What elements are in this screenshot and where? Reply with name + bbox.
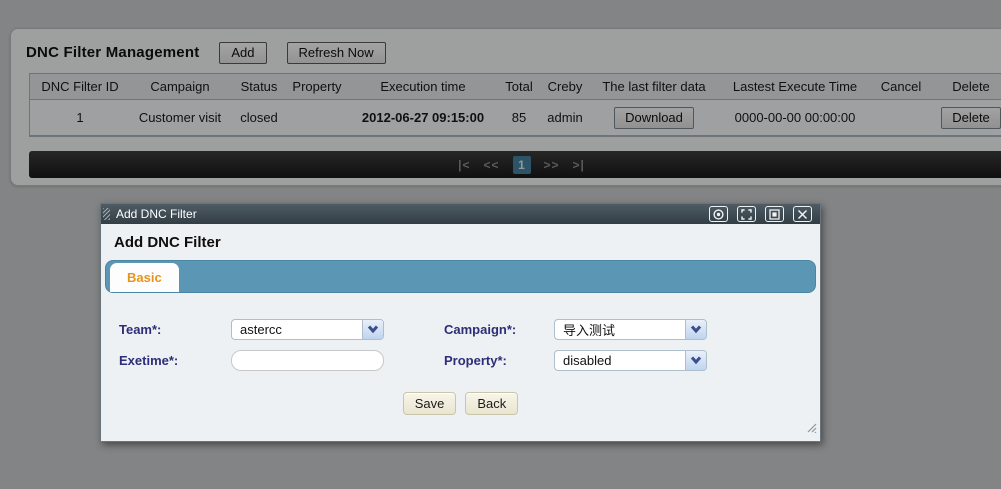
collapse-icon[interactable] — [709, 206, 728, 222]
dialog-heading: Add DNC Filter — [114, 234, 221, 251]
resize-grip-nw[interactable] — [103, 208, 110, 220]
exetime-input[interactable] — [231, 349, 384, 371]
screen: DNC Filter Management Add Refresh Now DN… — [0, 0, 1001, 489]
tab-bar: Basic — [105, 260, 816, 293]
form-row-1: Team*: astercc Campaign*: 导入测试 — [101, 318, 820, 340]
exetime-label: Exetime*: — [119, 352, 179, 368]
chevron-down-icon — [685, 350, 706, 370]
property-select[interactable]: disabled — [554, 349, 707, 371]
property-select-value: disabled — [563, 352, 612, 368]
tab-basic[interactable]: Basic — [110, 263, 179, 292]
close-icon[interactable] — [793, 206, 812, 222]
form-row-2: Exetime*: Property*: disabled — [101, 349, 820, 371]
resize-grip-se[interactable] — [806, 420, 817, 438]
chevron-down-icon — [685, 319, 706, 339]
back-button[interactable]: Back — [465, 392, 519, 415]
campaign-label: Campaign*: — [444, 321, 517, 337]
dialog-button-row: Save Back — [101, 392, 820, 415]
team-select[interactable]: astercc — [231, 318, 384, 340]
dialog-body: Add DNC Filter Basic Team*: astercc Camp… — [101, 224, 820, 441]
team-label: Team*: — [119, 321, 162, 337]
save-button[interactable]: Save — [402, 392, 457, 415]
campaign-select[interactable]: 导入测试 — [554, 318, 707, 340]
dialog-titlebar[interactable]: Add DNC Filter — [101, 204, 820, 224]
window-controls — [709, 206, 812, 222]
maximize-icon[interactable] — [737, 206, 756, 222]
add-dnc-filter-dialog: Add DNC Filter Add DNC Filter Basic Team… — [100, 203, 821, 442]
property-label: Property*: — [444, 352, 507, 368]
team-select-value: astercc — [240, 321, 282, 337]
dialog-title: Add DNC Filter — [116, 207, 197, 221]
campaign-select-value: 导入测试 — [563, 322, 616, 338]
chevron-down-icon — [362, 319, 383, 339]
restore-icon[interactable] — [765, 206, 784, 222]
